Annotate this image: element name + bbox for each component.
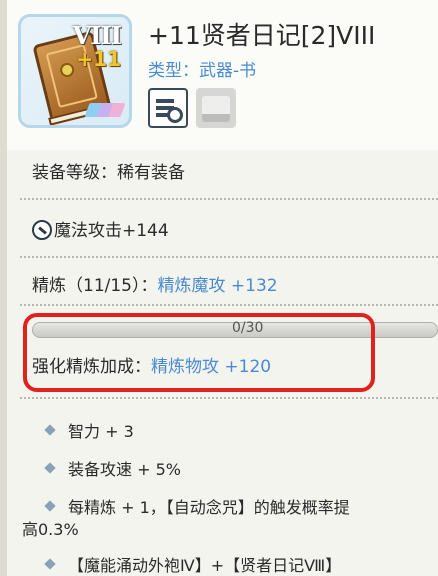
divider (20, 397, 438, 399)
base-stat-value: 魔法攻击+144 (54, 221, 169, 241)
inspect-button[interactable] (148, 88, 188, 128)
magnifier-icon (167, 107, 183, 123)
divider (20, 198, 438, 200)
divider (20, 304, 438, 306)
refine-label: 精炼（11/15）： (32, 276, 158, 296)
refine-bonus: 精炼魔攻 +132 (157, 276, 278, 296)
effect-item-continued: 高0.3% (22, 520, 79, 539)
panel-edge (0, 0, 7, 576)
refine-row: 精炼（11/15）：精炼魔攻 +132 (32, 271, 278, 296)
effect-item: 【魔能涌动外袍Ⅳ】+【贤者日记Ⅷ】 (44, 552, 341, 576)
effect-item: 智力 + 3 (44, 418, 134, 442)
diamond-bullet-icon (44, 462, 56, 474)
rarity-stripe (84, 103, 126, 117)
base-stat-row: 魔法攻击+144 (32, 216, 169, 241)
diamond-bullet-icon (44, 424, 56, 436)
item-type: 类型：武器-书 (148, 61, 257, 81)
equip-level: 装备等级：稀有装备 (32, 163, 185, 183)
highlight-box (23, 313, 375, 392)
effect-item: 装备攻速 + 5% (44, 456, 181, 480)
refine-level-badge: +11 (76, 47, 121, 71)
divider (20, 256, 438, 258)
item-icon-frame[interactable]: VIII +11 (18, 14, 132, 128)
effect-item: 每精炼 + 1，【自动念咒】的触发概率提 (44, 494, 350, 518)
grade-badge: VIII (72, 21, 122, 50)
magic-attack-icon (32, 220, 52, 240)
item-title: +11贤者日记[2]VIII (148, 21, 376, 50)
diamond-bullet-icon (44, 500, 56, 512)
wardrobe-button[interactable] (196, 88, 236, 128)
diamond-bullet-icon (44, 558, 56, 570)
